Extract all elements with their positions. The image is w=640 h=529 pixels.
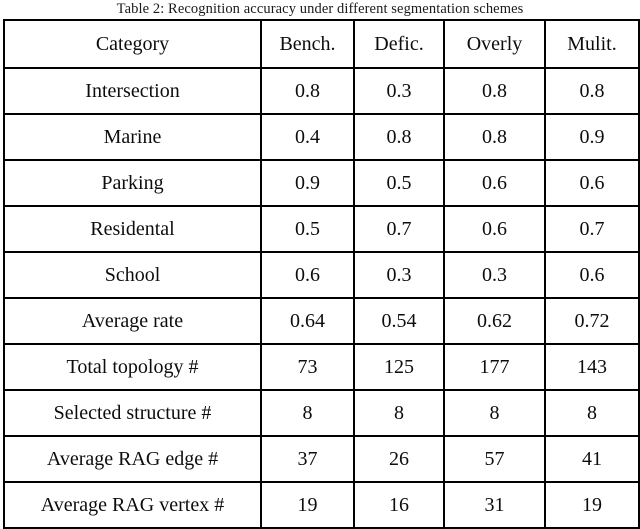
row-label: Selected structure # <box>3 389 262 437</box>
document-page: Table 2: Recognition accuracy under diff… <box>0 0 640 529</box>
cell-mulit: 0.6 <box>544 251 640 299</box>
table-row: Parking 0.9 0.5 0.6 0.6 <box>3 159 640 207</box>
cell-mulit: 0.6 <box>544 159 640 207</box>
cell-defic: 0.8 <box>353 113 445 161</box>
table-row: Residental 0.5 0.7 0.6 0.7 <box>3 205 640 253</box>
cell-overly: 177 <box>443 343 546 391</box>
row-label: Marine <box>3 113 262 161</box>
cell-overly: 0.6 <box>443 159 546 207</box>
table-row: School 0.6 0.3 0.3 0.6 <box>3 251 640 299</box>
cell-bench: 0.4 <box>260 113 355 161</box>
cell-mulit: 0.7 <box>544 205 640 253</box>
cell-overly: 0.8 <box>443 67 546 115</box>
cell-defic: 0.5 <box>353 159 445 207</box>
column-header-category: Category <box>3 19 262 69</box>
column-header-overly: Overly <box>443 19 546 69</box>
cell-overly: 0.8 <box>443 113 546 161</box>
table-row: Intersection 0.8 0.3 0.8 0.8 <box>3 67 640 115</box>
cell-bench: 19 <box>260 481 355 529</box>
table-row: Marine 0.4 0.8 0.8 0.9 <box>3 113 640 161</box>
table-header: Category Bench. Defic. Overly Mulit. <box>3 19 640 69</box>
table-row: Average rate 0.64 0.54 0.62 0.72 <box>3 297 640 345</box>
cell-bench: 0.9 <box>260 159 355 207</box>
cell-overly: 0.6 <box>443 205 546 253</box>
cell-overly: 0.3 <box>443 251 546 299</box>
table-container: Category Bench. Defic. Overly Mulit. Int… <box>3 19 640 529</box>
row-label: School <box>3 251 262 299</box>
column-header-bench: Bench. <box>260 19 355 69</box>
cell-defic: 125 <box>353 343 445 391</box>
row-label: Residental <box>3 205 262 253</box>
cell-defic: 0.3 <box>353 251 445 299</box>
table-row: Selected structure # 8 8 8 8 <box>3 389 640 437</box>
cell-defic: 8 <box>353 389 445 437</box>
row-label: Total topology # <box>3 343 262 391</box>
table-body: Intersection 0.8 0.3 0.8 0.8 Marine 0.4 … <box>3 67 640 529</box>
cell-bench: 37 <box>260 435 355 483</box>
cell-mulit: 143 <box>544 343 640 391</box>
cell-bench: 73 <box>260 343 355 391</box>
cell-mulit: 0.72 <box>544 297 640 345</box>
row-label: Intersection <box>3 67 262 115</box>
cell-defic: 0.7 <box>353 205 445 253</box>
cell-mulit: 41 <box>544 435 640 483</box>
cell-defic: 26 <box>353 435 445 483</box>
cell-bench: 0.64 <box>260 297 355 345</box>
cell-mulit: 19 <box>544 481 640 529</box>
cell-overly: 57 <box>443 435 546 483</box>
cell-mulit: 0.8 <box>544 67 640 115</box>
row-label: Average RAG vertex # <box>3 481 262 529</box>
cell-mulit: 0.9 <box>544 113 640 161</box>
cell-bench: 8 <box>260 389 355 437</box>
cell-defic: 16 <box>353 481 445 529</box>
cell-mulit: 8 <box>544 389 640 437</box>
table-row: Average RAG vertex # 19 16 31 19 <box>3 481 640 529</box>
recognition-accuracy-table: Category Bench. Defic. Overly Mulit. Int… <box>3 19 640 529</box>
column-header-defic: Defic. <box>353 19 445 69</box>
cell-defic: 0.54 <box>353 297 445 345</box>
cell-overly: 31 <box>443 481 546 529</box>
cell-bench: 0.8 <box>260 67 355 115</box>
cell-defic: 0.3 <box>353 67 445 115</box>
table-row: Total topology # 73 125 177 143 <box>3 343 640 391</box>
cell-overly: 0.62 <box>443 297 546 345</box>
cell-overly: 8 <box>443 389 546 437</box>
table-header-row: Category Bench. Defic. Overly Mulit. <box>3 19 640 69</box>
cell-bench: 0.5 <box>260 205 355 253</box>
row-label: Average RAG edge # <box>3 435 262 483</box>
row-label: Average rate <box>3 297 262 345</box>
row-label: Parking <box>3 159 262 207</box>
column-header-mulit: Mulit. <box>544 19 640 69</box>
cell-bench: 0.6 <box>260 251 355 299</box>
table-row: Average RAG edge # 37 26 57 41 <box>3 435 640 483</box>
table-caption: Table 2: Recognition accuracy under diff… <box>116 1 524 17</box>
